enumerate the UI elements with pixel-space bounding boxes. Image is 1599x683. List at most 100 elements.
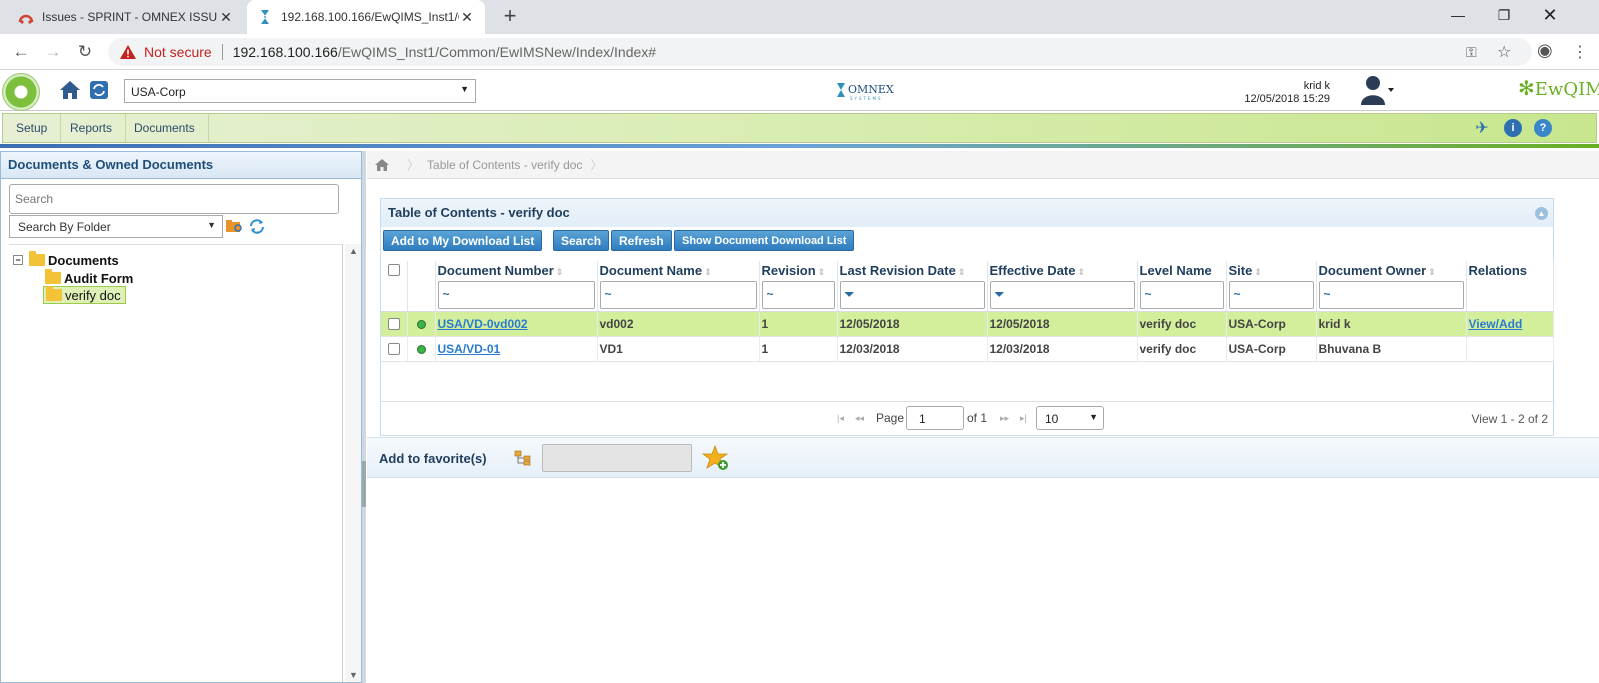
reload-button[interactable]: ↻ [73,40,97,64]
filter-site-input[interactable]: ~ [1228,281,1314,309]
doc-number-link[interactable]: USA/VD-0vd002 [438,317,528,331]
menu-reports[interactable]: Reports [57,114,127,142]
folder-tree-icon[interactable] [514,450,532,466]
panel-splitter[interactable] [362,151,366,683]
search-input[interactable]: Search [9,184,339,214]
last-page-icon[interactable]: ▸| [1020,413,1027,424]
col-last-revision-date[interactable]: Last Revision Date ⇕ [837,261,988,279]
info-icon[interactable]: i [1504,119,1522,137]
collapse-icon[interactable]: − [13,255,23,265]
folder-search-icon[interactable] [225,218,243,234]
new-tab-button[interactable]: + [497,4,523,30]
pin-icon[interactable]: ✈ [1473,119,1491,137]
chevron-down-icon: ▼ [207,220,216,230]
page-label: Page [876,411,905,425]
home-icon[interactable] [57,77,83,103]
filter-level-name-input[interactable]: ~ [1139,281,1224,309]
breadcrumb-current: Table of Contents - verify doc [427,157,583,172]
scroll-up-icon[interactable]: ▲ [349,246,358,256]
help-icon[interactable]: ? [1534,119,1552,137]
filter-doc-number-input[interactable]: ~ [437,281,595,309]
scroll-down-icon[interactable]: ▼ [349,670,358,680]
home-icon[interactable] [375,158,389,171]
col-site[interactable]: Site ⇕ [1226,261,1317,279]
favorite-name-input[interactable] [542,444,692,472]
doc-number-link[interactable]: USA/VD-01 [438,342,501,356]
table-row[interactable]: USA/VD-01 VD1 1 12/03/2018 12/03/2018 ve… [381,336,1554,362]
tree-node-audit-form[interactable]: Audit Form [45,269,133,287]
refresh-button[interactable]: Refresh [611,230,672,251]
folder-icon [45,269,61,284]
breadcrumb: 〉 Table of Contents - verify doc 〉 [367,151,1599,179]
record-count: View 1 - 2 of 2 [1471,412,1549,426]
page-size-select[interactable]: 10 ▼ [1036,406,1104,430]
app-logo-icon[interactable] [2,73,40,111]
col-revision[interactable]: Revision ⇕ [759,261,838,279]
site: USA-Corp [1226,311,1317,337]
filter-doc-name-input[interactable]: ~ [599,281,757,309]
select-all-checkbox[interactable] [387,264,400,276]
key-icon[interactable]: ⚿ [1466,44,1477,61]
menu-setup[interactable]: Setup [3,114,62,142]
row-checkbox[interactable] [387,318,400,330]
col-relations: Relations [1466,261,1554,279]
back-button[interactable]: ← [9,40,33,64]
ewqims-logo: ✻EwQIMS [1518,76,1599,100]
show-download-list-button[interactable]: Show Document Download List [674,230,855,251]
collapse-panel-icon[interactable]: ▲ [1535,207,1548,220]
level-name: verify doc [1137,336,1227,362]
bookmark-star-icon[interactable]: ☆ [1497,42,1511,62]
close-window-button[interactable]: ✕ [1527,0,1573,30]
toc-title: Table of Contents - verify doc [388,205,570,220]
menu-documents[interactable]: Documents [121,114,209,142]
browser-tab-issues[interactable]: Issues - SPRINT - OMNEX ISSUE T ✕ [8,0,244,34]
grid-filter-row: ~ ~ ~ ⏷ ⏷ ~ ~ ~ [381,279,1554,312]
page-number-input[interactable]: 1 [906,406,964,430]
profile-icon[interactable]: ◉ [1537,40,1553,61]
col-document-owner[interactable]: Document Owner ⇕ [1316,261,1467,279]
site-select[interactable]: USA-Corp ▼ [124,79,476,103]
tree-node-documents[interactable]: − Documents [13,251,119,269]
search-by-select[interactable]: Search By Folder ▼ [9,215,223,238]
close-tab-icon[interactable]: ✕ [459,9,475,26]
col-effective-date[interactable]: Effective Date ⇕ [987,261,1138,279]
favorites-label: Add to favorite(s) [379,451,487,466]
restore-button[interactable]: ❐ [1481,0,1527,30]
add-favorite-star-icon[interactable] [702,444,730,472]
address-bar: ← → ↻ Not secure 192.168.100.166/EwQIMS_… [0,34,1599,70]
forward-button[interactable]: → [41,40,65,64]
grid-header-row: Document Number ⇕ Document Name ⇕ Revision… [381,261,1554,279]
security-label: Not secure [144,44,212,60]
add-to-download-list-button[interactable]: Add to My Download List [383,230,543,251]
col-doc-name[interactable]: Document Name ⇕ [597,261,760,279]
row-checkbox[interactable] [387,343,400,355]
filter-effective-date-input[interactable]: ⏷ [989,281,1135,309]
relations-link[interactable]: View/Add [1469,317,1523,331]
minimize-button[interactable]: — [1435,0,1481,30]
svg-text:SYSTEMS: SYSTEMS [850,96,882,101]
refresh-icon[interactable] [86,77,112,103]
filter-owner-input[interactable]: ~ [1318,281,1464,309]
last-revision-date: 12/03/2018 [837,336,988,362]
filter-revision-input[interactable]: ~ [761,281,835,309]
prev-page-icon[interactable]: ◂◂ [855,413,864,424]
table-row[interactable]: USA/VD-0vd002 vd002 1 12/05/2018 12/05/2… [381,311,1554,337]
col-doc-number[interactable]: Document Number ⇕ [435,261,598,279]
toc-panel: Table of Contents - verify doc ▲ Add to … [380,198,1554,436]
close-tab-icon[interactable]: ✕ [218,9,234,26]
tree-node-verify-doc[interactable]: verify doc [43,286,126,304]
last-revision-date: 12/05/2018 [837,311,988,337]
tree-scrollbar[interactable]: ▲ ▼ [345,244,361,682]
url-field[interactable]: Not secure 192.168.100.166/EwQIMS_Inst1/… [108,38,1532,66]
next-page-icon[interactable]: ▸▸ [1000,413,1009,424]
avatar[interactable] [1360,74,1394,106]
url-path: /EwQIMS_Inst1/Common/EwIMSNew/Index/Inde… [337,44,657,60]
search-button[interactable]: Search [553,230,610,251]
browser-tab-ewqims[interactable]: 192.168.100.166/EwQIMS_Inst1/C ✕ [247,0,485,34]
refresh-tree-icon[interactable] [248,218,266,234]
page-size-value: 10 [1045,412,1059,426]
filter-last-revision-date-input[interactable]: ⏷ [839,281,985,309]
menu-dots-icon[interactable]: ⋮ [1572,42,1588,62]
col-level-name[interactable]: Level Name [1137,261,1227,279]
first-page-icon[interactable]: |◂ [837,413,844,424]
